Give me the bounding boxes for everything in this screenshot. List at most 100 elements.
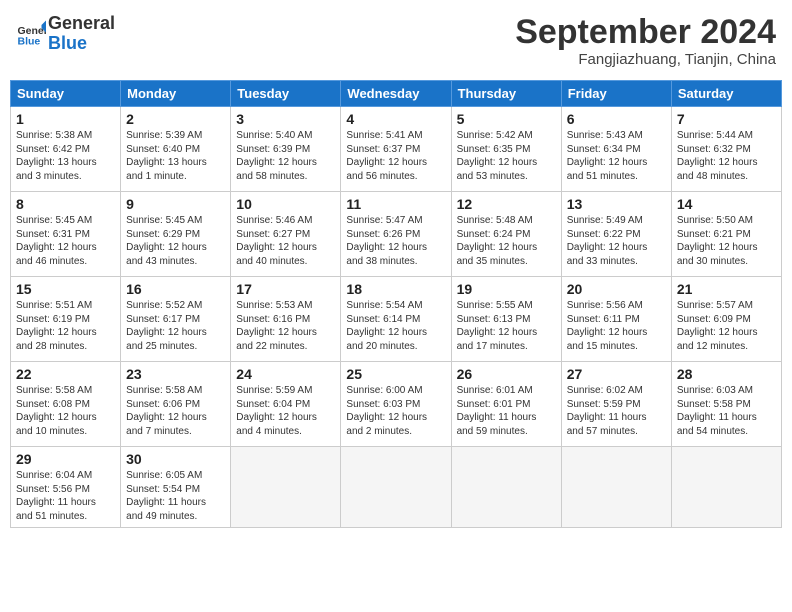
day-number: 22 (16, 366, 115, 382)
day-number: 16 (126, 281, 225, 297)
calendar-cell: 16 Sunrise: 5:52 AM Sunset: 6:17 PM Dayli… (121, 277, 231, 362)
header-tuesday: Tuesday (231, 81, 341, 107)
calendar-cell: 12 Sunrise: 5:48 AM Sunset: 6:24 PM Dayli… (451, 192, 561, 277)
day-number: 4 (346, 111, 445, 127)
day-info: Sunrise: 5:40 AM Sunset: 6:39 PM Dayligh… (236, 129, 335, 183)
calendar-cell: 1Sunrise: 5:38 AM Sunset: 6:42 PM Daylig… (11, 107, 121, 192)
day-number: 13 (567, 196, 666, 212)
logo-icon: General Blue (16, 19, 46, 49)
calendar-cell: 9 Sunrise: 5:45 AM Sunset: 6:29 PM Daylig… (121, 192, 231, 277)
calendar-cell (341, 447, 451, 528)
calendar-week-row: 1Sunrise: 5:38 AM Sunset: 6:42 PM Daylig… (11, 107, 782, 192)
day-info: Sunrise: 5:54 AM Sunset: 6:14 PM Dayligh… (346, 299, 445, 353)
day-info: Sunrise: 5:46 AM Sunset: 6:27 PM Dayligh… (236, 214, 335, 268)
day-info: Sunrise: 5:47 AM Sunset: 6:26 PM Dayligh… (346, 214, 445, 268)
day-info: Sunrise: 6:00 AM Sunset: 6:03 PM Dayligh… (346, 384, 445, 438)
calendar-cell: 18 Sunrise: 5:54 AM Sunset: 6:14 PM Dayli… (341, 277, 451, 362)
day-info: Sunrise: 5:59 AM Sunset: 6:04 PM Dayligh… (236, 384, 335, 438)
day-info: Sunrise: 5:49 AM Sunset: 6:22 PM Dayligh… (567, 214, 666, 268)
header-friday: Friday (561, 81, 671, 107)
day-number: 19 (457, 281, 556, 297)
day-number: 6 (567, 111, 666, 127)
day-info: Sunrise: 6:01 AM Sunset: 6:01 PM Dayligh… (457, 384, 556, 438)
calendar-cell: 20 Sunrise: 5:56 AM Sunset: 6:11 PM Dayli… (561, 277, 671, 362)
svg-text:Blue: Blue (18, 35, 41, 47)
day-info: Sunrise: 5:58 AM Sunset: 6:06 PM Dayligh… (126, 384, 225, 438)
day-number: 18 (346, 281, 445, 297)
location-subtitle: Fangjiazhuang, Tianjin, China (515, 51, 776, 68)
day-number: 17 (236, 281, 335, 297)
day-number: 2 (126, 111, 225, 127)
day-info: Sunrise: 5:55 AM Sunset: 6:13 PM Dayligh… (457, 299, 556, 353)
page-header: General Blue GeneralBlue September 2024 … (10, 10, 782, 72)
calendar-week-row: 15Sunrise: 5:51 AM Sunset: 6:19 PM Dayli… (11, 277, 782, 362)
day-number: 8 (16, 196, 115, 212)
day-number: 9 (126, 196, 225, 212)
day-number: 27 (567, 366, 666, 382)
header-sunday: Sunday (11, 81, 121, 107)
calendar-cell: 21Sunrise: 5:57 AM Sunset: 6:09 PM Dayli… (671, 277, 781, 362)
logo-text: GeneralBlue (48, 14, 115, 54)
title-block: September 2024 Fangjiazhuang, Tianjin, C… (515, 14, 776, 68)
calendar-cell: 28 Sunrise: 6:03 AM Sunset: 5:58 PM Dayli… (671, 362, 781, 447)
day-number: 1 (16, 111, 115, 127)
day-number: 26 (457, 366, 556, 382)
calendar-cell: 22 Sunrise: 5:58 AM Sunset: 6:08 PM Dayli… (11, 362, 121, 447)
calendar-cell: 3 Sunrise: 5:40 AM Sunset: 6:39 PM Daylig… (231, 107, 341, 192)
day-info: Sunrise: 5:39 AM Sunset: 6:40 PM Dayligh… (126, 129, 225, 183)
calendar-cell: 8 Sunrise: 5:45 AM Sunset: 6:31 PM Daylig… (11, 192, 121, 277)
header-monday: Monday (121, 81, 231, 107)
day-number: 3 (236, 111, 335, 127)
calendar-cell: 17 Sunrise: 5:53 AM Sunset: 6:16 PM Dayli… (231, 277, 341, 362)
day-info: Sunrise: 5:56 AM Sunset: 6:11 PM Dayligh… (567, 299, 666, 353)
calendar-week-row: 29Sunrise: 6:04 AM Sunset: 5:56 PM Dayli… (11, 447, 782, 528)
header-saturday: Saturday (671, 81, 781, 107)
header-wednesday: Wednesday (341, 81, 451, 107)
day-number: 11 (346, 196, 445, 212)
day-number: 25 (346, 366, 445, 382)
calendar-cell (231, 447, 341, 528)
calendar-cell: 13 Sunrise: 5:49 AM Sunset: 6:22 PM Dayli… (561, 192, 671, 277)
day-info: Sunrise: 5:43 AM Sunset: 6:34 PM Dayligh… (567, 129, 666, 183)
day-number: 15 (16, 281, 115, 297)
day-info: Sunrise: 5:44 AM Sunset: 6:32 PM Dayligh… (677, 129, 776, 183)
calendar-cell: 15Sunrise: 5:51 AM Sunset: 6:19 PM Dayli… (11, 277, 121, 362)
day-number: 14 (677, 196, 776, 212)
day-info: Sunrise: 5:45 AM Sunset: 6:29 PM Dayligh… (126, 214, 225, 268)
calendar-header-row: SundayMondayTuesdayWednesdayThursdayFrid… (11, 81, 782, 107)
day-info: Sunrise: 5:41 AM Sunset: 6:37 PM Dayligh… (346, 129, 445, 183)
calendar-cell: 5Sunrise: 5:42 AM Sunset: 6:35 PM Daylig… (451, 107, 561, 192)
day-info: Sunrise: 5:45 AM Sunset: 6:31 PM Dayligh… (16, 214, 115, 268)
logo: General Blue GeneralBlue (16, 14, 115, 54)
calendar-cell: 6 Sunrise: 5:43 AM Sunset: 6:34 PM Daylig… (561, 107, 671, 192)
day-info: Sunrise: 6:02 AM Sunset: 5:59 PM Dayligh… (567, 384, 666, 438)
calendar-cell: 23Sunrise: 5:58 AM Sunset: 6:06 PM Dayli… (121, 362, 231, 447)
calendar-cell (561, 447, 671, 528)
calendar-week-row: 8 Sunrise: 5:45 AM Sunset: 6:31 PM Daylig… (11, 192, 782, 277)
calendar-table: SundayMondayTuesdayWednesdayThursdayFrid… (10, 80, 782, 528)
day-info: Sunrise: 5:48 AM Sunset: 6:24 PM Dayligh… (457, 214, 556, 268)
calendar-cell: 19 Sunrise: 5:55 AM Sunset: 6:13 PM Dayli… (451, 277, 561, 362)
day-info: Sunrise: 5:42 AM Sunset: 6:35 PM Dayligh… (457, 129, 556, 183)
day-info: Sunrise: 6:03 AM Sunset: 5:58 PM Dayligh… (677, 384, 776, 438)
calendar-cell (671, 447, 781, 528)
day-info: Sunrise: 5:53 AM Sunset: 6:16 PM Dayligh… (236, 299, 335, 353)
month-title: September 2024 (515, 14, 776, 51)
calendar-cell: 4 Sunrise: 5:41 AM Sunset: 6:37 PM Daylig… (341, 107, 451, 192)
day-number: 20 (567, 281, 666, 297)
calendar-cell: 11 Sunrise: 5:47 AM Sunset: 6:26 PM Dayli… (341, 192, 451, 277)
calendar-week-row: 22 Sunrise: 5:58 AM Sunset: 6:08 PM Dayli… (11, 362, 782, 447)
calendar-cell: 10Sunrise: 5:46 AM Sunset: 6:27 PM Dayli… (231, 192, 341, 277)
calendar-cell: 26 Sunrise: 6:01 AM Sunset: 6:01 PM Dayli… (451, 362, 561, 447)
calendar-cell: 29Sunrise: 6:04 AM Sunset: 5:56 PM Dayli… (11, 447, 121, 528)
calendar-cell: 24Sunrise: 5:59 AM Sunset: 6:04 PM Dayli… (231, 362, 341, 447)
calendar-cell (451, 447, 561, 528)
calendar-cell: 27 Sunrise: 6:02 AM Sunset: 5:59 PM Dayli… (561, 362, 671, 447)
day-number: 28 (677, 366, 776, 382)
calendar-cell: 7Sunrise: 5:44 AM Sunset: 6:32 PM Daylig… (671, 107, 781, 192)
day-info: Sunrise: 5:57 AM Sunset: 6:09 PM Dayligh… (677, 299, 776, 353)
day-info: Sunrise: 5:58 AM Sunset: 6:08 PM Dayligh… (16, 384, 115, 438)
calendar-cell: 25 Sunrise: 6:00 AM Sunset: 6:03 PM Dayli… (341, 362, 451, 447)
day-info: Sunrise: 5:52 AM Sunset: 6:17 PM Dayligh… (126, 299, 225, 353)
day-number: 12 (457, 196, 556, 212)
